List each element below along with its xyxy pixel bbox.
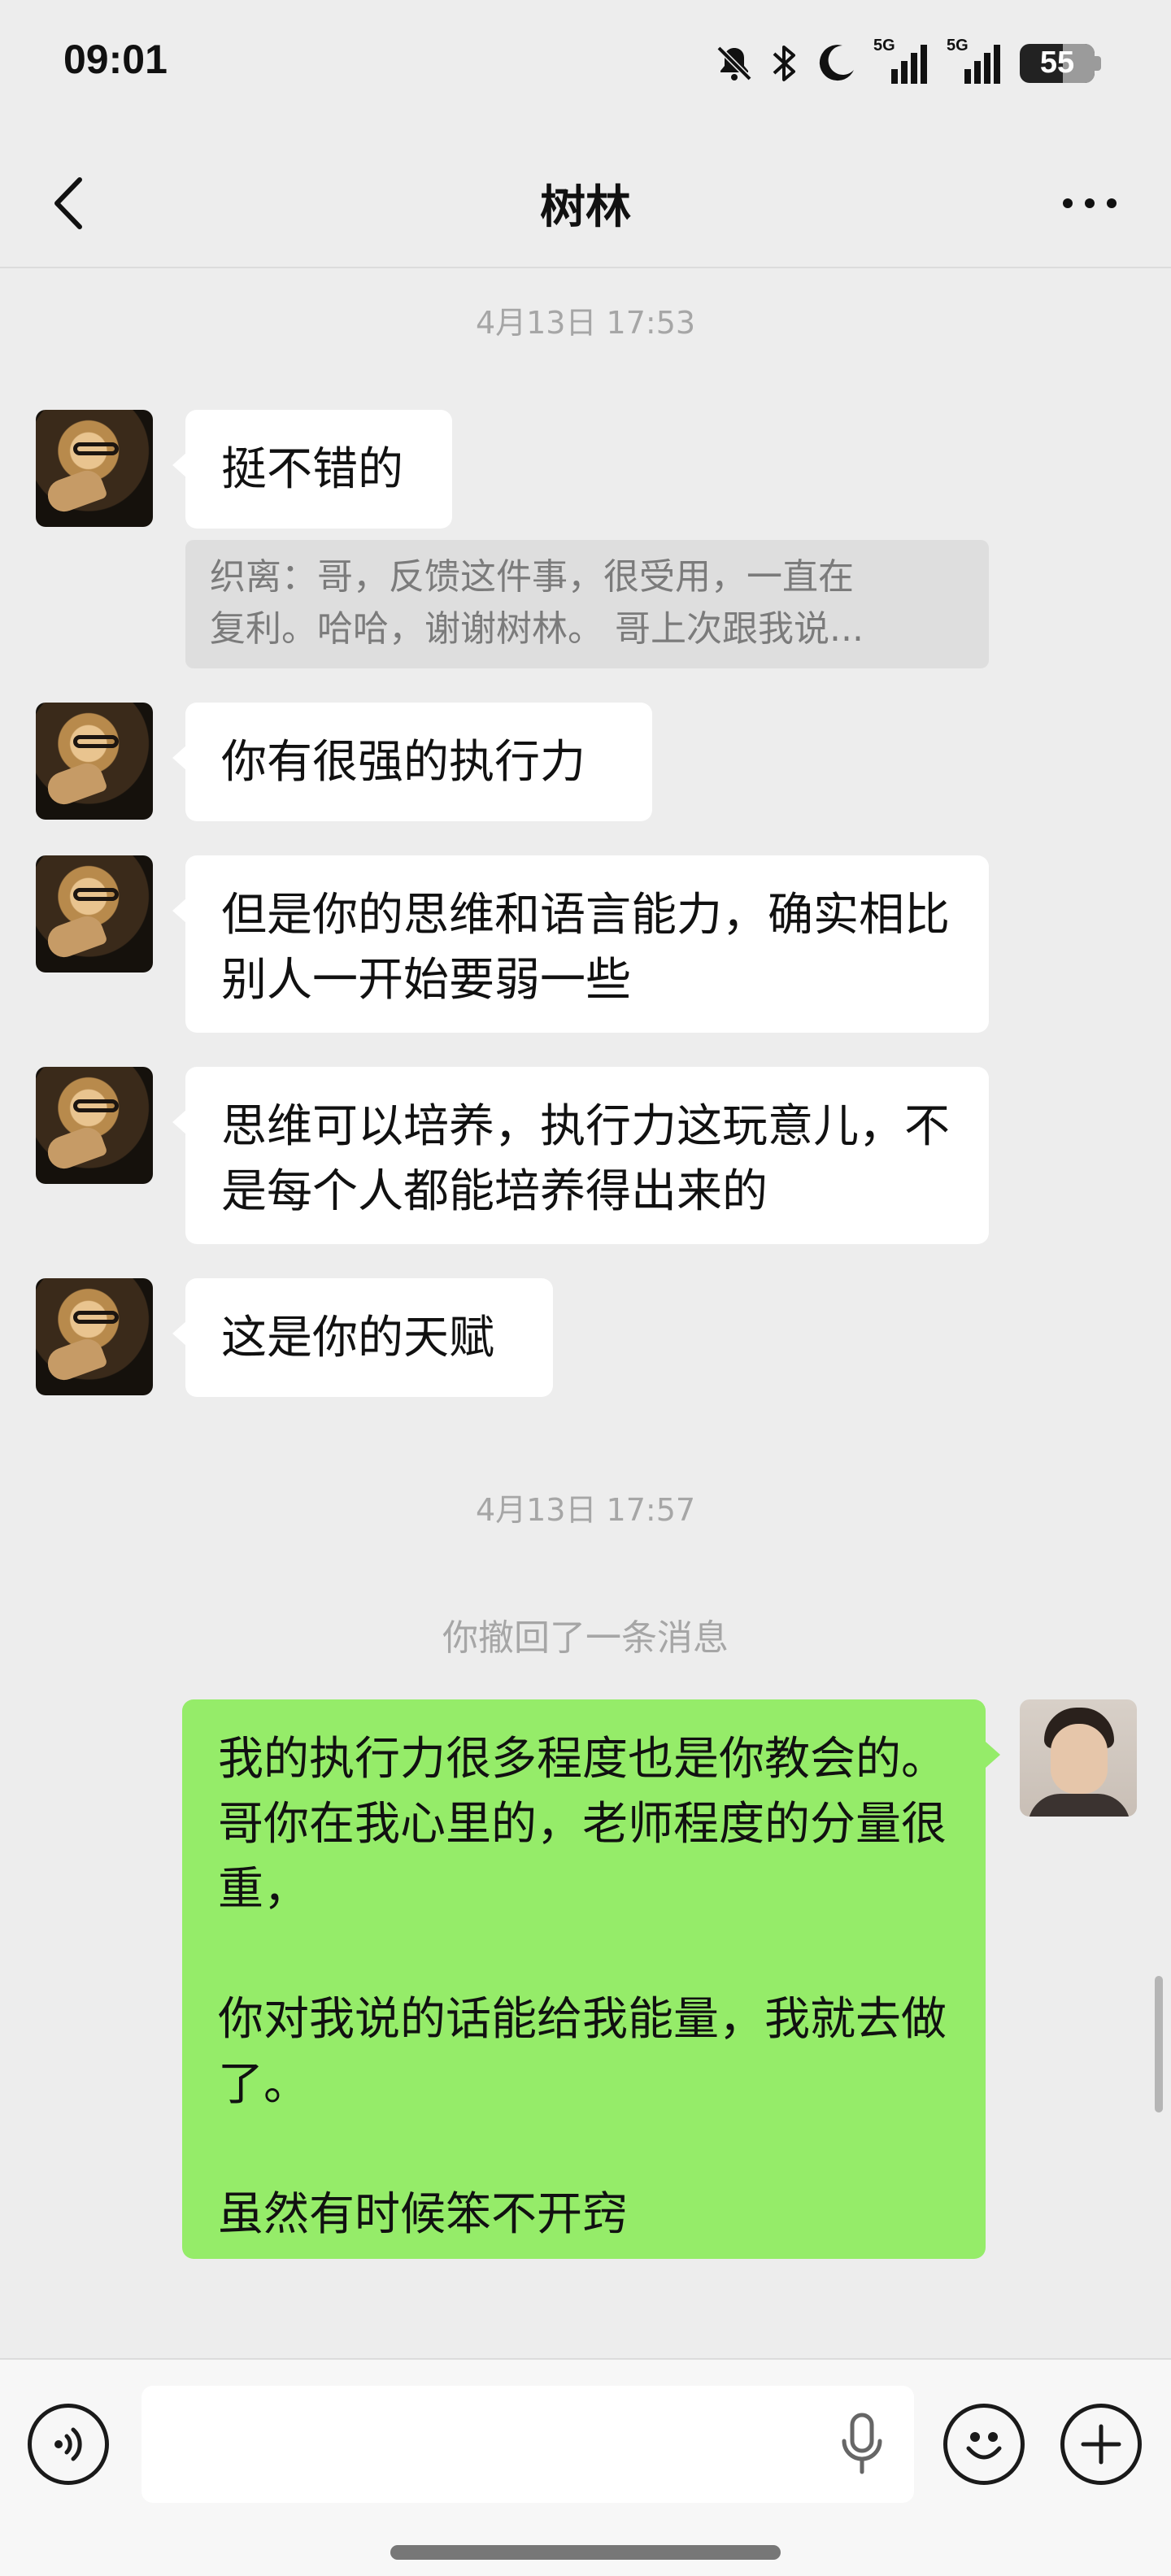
input-bar: [0, 2358, 1171, 2576]
microphone-icon[interactable]: [838, 2412, 886, 2477]
home-indicator[interactable]: [390, 2545, 781, 2560]
quote-line: 复利。哈哈，谢谢树林。 哥上次跟我说...: [210, 608, 864, 650]
voice-icon: [54, 2427, 82, 2461]
moon-icon: [815, 42, 857, 85]
message-bubble-self[interactable]: 我的执行力很多程度也是你教会的。哥你在我心里的，老师程度的分量很重， 你对我说的…: [182, 1699, 1000, 2259]
emoji-icon: [966, 2432, 1002, 2460]
battery-body: 55: [1020, 44, 1095, 83]
timestamp: 4月13日 17:53: [475, 305, 696, 341]
avatar[interactable]: [36, 410, 153, 527]
avatar-self[interactable]: [1020, 1699, 1137, 1817]
emoji-button[interactable]: [943, 2404, 1025, 2485]
message-bubble[interactable]: 这是你的天赋: [172, 1278, 553, 1397]
plus-icon: [1081, 2424, 1121, 2465]
message-bubble[interactable]: 你有很强的执行力: [172, 703, 652, 821]
avatar[interactable]: [36, 855, 153, 973]
bell-muted-icon: [714, 43, 755, 84]
signal-icon: 5G: [947, 37, 1003, 85]
avatar[interactable]: [36, 703, 153, 820]
message-bubble[interactable]: 思维可以培养，执行力这玩意儿，不是每个人都能培养得出来的: [172, 1067, 989, 1244]
avatar[interactable]: [36, 1278, 153, 1395]
bluetooth-icon: [771, 42, 799, 85]
signal-icon: 5G: [873, 37, 930, 85]
chat-title: 树林: [540, 181, 631, 234]
message-bubble[interactable]: 但是你的思维和语言能力，确实相比别人一开始要弱一些: [172, 855, 989, 1033]
plus-button[interactable]: [1060, 2404, 1142, 2485]
status-bar: 09:01 5G 5G 55: [0, 0, 1171, 130]
battery-icon: 55: [1020, 44, 1101, 83]
quote-line: 织离：哥，反馈这件事，很受用，一直在: [210, 556, 854, 598]
voice-button[interactable]: [28, 2404, 109, 2485]
battery-level: 55: [1039, 46, 1075, 80]
chat-header: 树林: [0, 138, 1171, 268]
quoted-message[interactable]: 织离：哥，反馈这件事，很受用，一直在 复利。哈哈，谢谢树林。 哥上次跟我说...: [185, 540, 989, 668]
avatar[interactable]: [36, 1067, 153, 1184]
status-icons: 5G 5G 55: [714, 37, 1101, 89]
more-button[interactable]: [1049, 171, 1130, 236]
more-dots-icon: [1063, 198, 1117, 208]
timestamp: 4月13日 17:57: [475, 1492, 696, 1528]
status-time: 09:01: [63, 37, 168, 82]
recall-notice: 你撤回了一条消息: [442, 1617, 729, 1659]
message-input[interactable]: [141, 2386, 914, 2503]
scrollbar[interactable]: [1155, 1976, 1163, 2113]
message-bubble[interactable]: 挺不错的: [172, 410, 452, 529]
